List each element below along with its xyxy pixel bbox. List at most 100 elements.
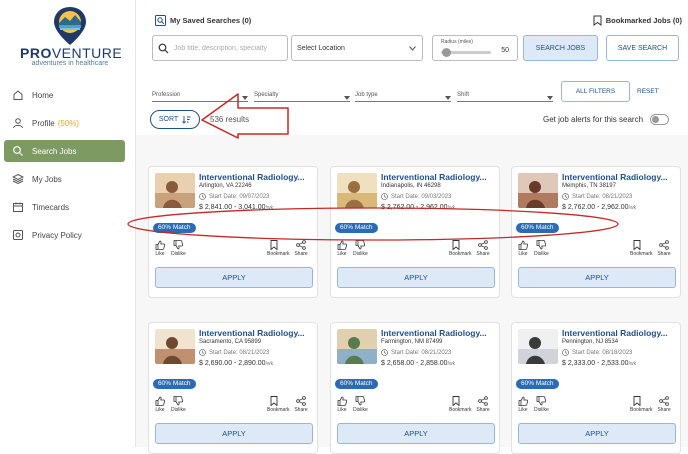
radius-label: Radius (miles) [441,39,473,45]
dislike-button[interactable]: Dislike [171,396,186,413]
bookmark-label: Bookmark [267,251,290,257]
thumbs-down-icon [355,396,365,406]
share-button[interactable]: Share [657,240,671,257]
job-start-date: Start Date: 08/21/2023 [562,193,632,200]
brand-pro: PRO [20,45,52,61]
job-alerts-toggle[interactable] [650,114,670,125]
dislike-label: Dislike [171,251,186,257]
search-placeholder: Job title, description, specialty [174,44,267,52]
job-title[interactable]: Interventional Radiology... [381,172,495,182]
shift-filter-label: Shift [457,92,470,98]
search-icon [13,146,23,156]
job-title[interactable]: Interventional Radiology... [199,172,313,182]
apply-button[interactable]: APPLY [337,267,495,288]
sidebar-item-search-jobs[interactable]: Search Jobs [4,140,125,162]
bookmark-button[interactable]: Bookmark [267,396,290,413]
like-label: Like [337,251,347,257]
brand-name: PROVENTURE [20,45,122,61]
search-jobs-button[interactable]: SEARCH JOBS [523,35,598,61]
share-label: Share [476,407,490,413]
share-button[interactable]: Share [294,396,308,413]
dislike-button[interactable]: Dislike [353,396,368,413]
share-label: Share [476,251,490,257]
sidebar-item-label: Timecards [32,202,70,212]
job-title[interactable]: Interventional Radiology... [562,172,676,182]
match-badge: 60% Match [516,379,559,389]
caret-down-icon [547,96,553,100]
proventure-logo[interactable]: PROVENTURE adventures in healthcare [20,6,122,70]
my-saved-searches-link[interactable]: My Saved Searches (0) [155,15,251,26]
pay-range: $ 2,690.00 - 2,890.00 [199,360,266,367]
start-date-text: Start Date: 08/21/2023 [209,349,270,356]
job-pay: $ 2,333.00 - 2,533.00/wk [562,360,636,367]
bookmarked-jobs-label: Bookmarked Jobs (0) [605,16,682,25]
share-button[interactable]: Share [476,396,490,413]
bookmark-icon [633,240,641,250]
location-select[interactable]: Select Location [291,35,423,61]
save-search-button[interactable]: SAVE SEARCH [606,35,679,61]
reset-button[interactable]: RESET [637,88,659,95]
bookmark-icon [452,396,460,406]
job-card[interactable]: Interventional Radiology... Sacramento, … [148,322,318,454]
apply-button[interactable]: APPLY [518,267,676,288]
apply-button[interactable]: APPLY [337,423,495,444]
dislike-label: Dislike [534,251,549,257]
sort-icon [182,116,191,124]
apply-button[interactable]: APPLY [518,423,676,444]
like-label: Like [518,407,528,413]
search-icon [158,43,169,53]
like-button[interactable]: Like [516,396,530,413]
sidebar-item-profile[interactable]: Profile (50%) [4,112,125,134]
like-button[interactable]: Like [153,396,167,413]
shift-filter[interactable]: Shift [457,88,553,102]
job-title[interactable]: Interventional Radiology... [199,328,313,338]
job-photo [337,329,377,364]
bookmarked-jobs-link[interactable]: Bookmarked Jobs (0) [593,15,682,26]
bookmark-button[interactable]: Bookmark [449,396,472,413]
job-title[interactable]: Interventional Radiology... [562,328,676,338]
sidebar-item-privacy-policy[interactable]: Privacy Policy [4,224,125,246]
like-button[interactable]: Like [335,396,349,413]
job-card[interactable]: Interventional Radiology... Farmington, … [330,322,500,454]
job-photo [155,329,195,364]
location-value: Select Location [297,44,345,52]
job-photo [518,329,558,364]
job-title[interactable]: Interventional Radiology... [381,328,495,338]
like-label: Like [155,407,165,413]
dislike-label: Dislike [534,407,549,413]
sidebar-item-label: My Jobs [32,174,62,184]
share-icon [659,396,669,406]
radius-slider[interactable]: Radius (miles) 50 [432,35,518,61]
sidebar-item-my-jobs[interactable]: My Jobs [4,168,125,190]
caret-down-icon [445,96,451,100]
dislike-button[interactable]: Dislike [534,396,549,413]
bookmark-button[interactable]: Bookmark [630,240,653,257]
bookmark-label: Bookmark [449,251,472,257]
radius-handle[interactable] [442,48,451,57]
bookmark-button[interactable]: Bookmark [630,396,653,413]
all-filters-button[interactable]: ALL FILTERS [561,81,630,102]
thumbs-up-icon [155,396,165,406]
apply-button[interactable]: APPLY [155,267,313,288]
apply-button[interactable]: APPLY [155,423,313,444]
match-badge: 60% Match [335,379,378,389]
job-location: Farmington, NM 87499 [381,339,443,345]
bookmark-icon [270,396,278,406]
thumbs-down-icon [536,396,546,406]
start-date-text: Start Date: 09/07/2023 [209,193,270,200]
job-card[interactable]: Interventional Radiology... Pennington, … [511,322,681,454]
share-button[interactable]: Share [657,396,671,413]
radius-value: 50 [501,47,509,54]
clock-icon [199,193,206,200]
bookmark-label: Bookmark [449,407,472,413]
sidebar-item-timecards[interactable]: Timecards [4,196,125,218]
job-type-filter[interactable]: Job type [355,88,451,102]
job-start-date: Start Date: 08/21/2023 [199,349,269,356]
job-pay: $ 2,658.00 - 2,858.00/wk [381,360,455,367]
saved-searches-label: My Saved Searches (0) [170,16,252,25]
share-label: Share [657,251,671,257]
search-input[interactable]: Job title, description, specialty [152,35,288,61]
thumbs-down-icon [173,396,183,406]
sort-button[interactable]: SORT [150,110,200,129]
sidebar-item-home[interactable]: Home [4,84,125,106]
